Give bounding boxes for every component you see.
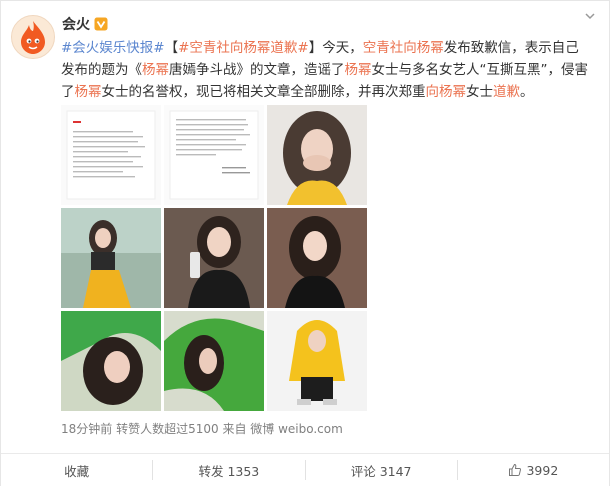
post-text-segment: 【	[164, 40, 179, 56]
post-text: #会火娱乐快报#【#空青社向杨幂道歉#】今天，空青社向杨幂发布致歉信，表示自己发…	[61, 37, 591, 103]
post-text-segment: 。	[520, 84, 534, 100]
image-photo-3[interactable]	[267, 105, 367, 205]
verified-v-icon	[94, 17, 108, 31]
post-text-segment: 】今天，	[308, 40, 363, 56]
keyword-link[interactable]: 道歉	[493, 84, 520, 100]
post-text-segment: 女士	[466, 84, 493, 100]
keyword-link[interactable]: 杨幂	[75, 84, 102, 100]
weibo-post-card: 会火 #会火娱乐快报#【#空青社向杨幂道歉#】今天，空青社向杨幂发布致歉信，表示…	[0, 0, 610, 486]
username[interactable]: 会火	[62, 14, 90, 34]
like-button[interactable]: 3992	[456, 460, 609, 480]
collect-label: 收藏	[64, 463, 90, 479]
comment-label: 评论 3147	[350, 463, 412, 479]
author-row: 会火	[62, 14, 108, 34]
post-text-segment: 唐嫣争斗战》的文章，造谣了	[169, 62, 345, 78]
image-photo-5[interactable]	[164, 208, 264, 308]
thumbs-up-icon	[509, 463, 522, 476]
keyword-link[interactable]: 向杨幂	[426, 84, 467, 100]
keyword-link[interactable]: 杨幂	[142, 62, 169, 78]
repost-label: 转发 1353	[198, 463, 260, 479]
comment-button[interactable]: 评论 3147	[304, 460, 457, 480]
avatar[interactable]	[11, 15, 55, 59]
image-grid	[61, 105, 367, 411]
image-letter-page-1[interactable]	[61, 105, 161, 205]
hashtag-link[interactable]: #空青社向杨幂道歉#	[178, 40, 309, 56]
image-photo-7[interactable]	[61, 311, 161, 411]
post-text-segment: 女士的名誉权，现已将相关文章全部删除，并再次郑重	[101, 84, 426, 100]
keyword-link[interactable]: 空青社向杨幂	[363, 40, 444, 56]
image-letter-page-2[interactable]	[164, 105, 264, 205]
action-bar: 收藏 转发 1353 评论 3147 3992	[1, 453, 609, 486]
image-photo-9[interactable]	[267, 311, 367, 411]
image-photo-4[interactable]	[61, 208, 161, 308]
image-photo-6[interactable]	[267, 208, 367, 308]
collect-button[interactable]: 收藏	[1, 460, 152, 480]
repost-button[interactable]: 转发 1353	[152, 460, 304, 480]
hashtag-link[interactable]: #会火娱乐快报#	[61, 40, 165, 56]
image-photo-8[interactable]	[164, 311, 264, 411]
flame-logo-icon	[21, 21, 45, 54]
like-count: 3992	[526, 462, 559, 478]
post-meta: 18分钟前 转赞人数超过5100 来自 微博 weibo.com	[61, 422, 343, 436]
keyword-link[interactable]: 杨幂	[345, 62, 372, 78]
chevron-down-icon[interactable]	[583, 9, 597, 23]
